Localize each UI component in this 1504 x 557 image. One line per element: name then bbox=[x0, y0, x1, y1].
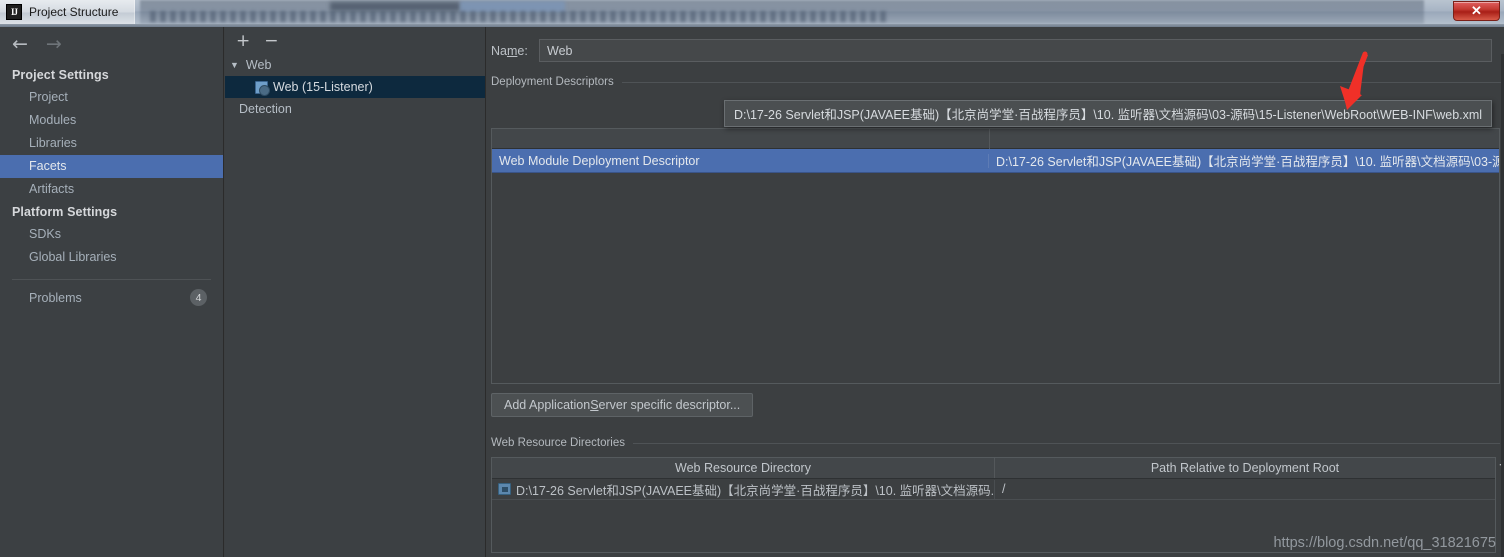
facets-tree-panel: + − ▼ Web Web (15-Listener) Detection bbox=[225, 27, 486, 557]
forward-arrow-icon[interactable]: → bbox=[46, 35, 62, 54]
add-application-server-descriptor-button[interactable]: Add Application Server specific descript… bbox=[491, 393, 754, 417]
intellij-logo-icon: IJ bbox=[6, 4, 22, 20]
project-structure-window: IJ Project Structure ✕ ← → Project Setti… bbox=[0, 0, 1504, 557]
table-row[interactable]: Web Module Deployment Descriptor D:\17-2… bbox=[492, 149, 1499, 173]
sidebar-group-project-settings: Project Settings bbox=[12, 68, 109, 82]
sidebar-item-sdks[interactable]: SDKs bbox=[0, 223, 223, 246]
facet-name-label: Name: bbox=[491, 43, 528, 58]
web-resource-directory-value: D:\17-26 Servlet和JSP(JAVAEE基础)【北京尚学堂·百战程… bbox=[516, 483, 995, 498]
deployment-descriptors-title: Deployment Descriptors bbox=[491, 76, 1504, 88]
table-row[interactable]: D:\17-26 Servlet和JSP(JAVAEE基础)【北京尚学堂·百战程… bbox=[492, 479, 1495, 500]
sidebar-item-libraries[interactable]: Libraries bbox=[0, 132, 223, 155]
remove-facet-icon[interactable]: − bbox=[264, 33, 278, 50]
window-title: Project Structure bbox=[29, 5, 119, 19]
tree-node-web-15-listener-label: Web (15-Listener) bbox=[273, 80, 373, 94]
folder-icon bbox=[498, 483, 511, 495]
tree-node-web-group-label: Web bbox=[245, 58, 272, 72]
tree-node-detection-label: Detection bbox=[239, 102, 292, 116]
web-resource-table-header: Web Resource Directory Path Relative to … bbox=[492, 458, 1495, 479]
window-title-group: IJ Project Structure bbox=[0, 0, 136, 24]
sidebar-navigation: ← → bbox=[0, 27, 223, 64]
deployment-descriptors-table[interactable]: Web Module Deployment Descriptor D:\17-2… bbox=[491, 128, 1500, 384]
deployment-descriptors-label: Deployment Descriptors bbox=[491, 76, 614, 88]
close-icon[interactable]: ✕ bbox=[1453, 1, 1500, 21]
web-resource-directories-label: Web Resource Directories bbox=[491, 437, 626, 449]
sidebar-item-project[interactable]: Project bbox=[0, 86, 223, 109]
settings-sidebar: ← → Project Settings Project Modules Lib… bbox=[0, 27, 224, 557]
group-rule bbox=[621, 81, 1504, 83]
back-arrow-icon[interactable]: ← bbox=[12, 35, 28, 54]
column-header-web-resource-directory[interactable]: Web Resource Directory bbox=[492, 458, 995, 478]
web-resource-directory-cell: D:\17-26 Servlet和JSP(JAVAEE基础)【北京尚学堂·百战程… bbox=[492, 479, 995, 499]
background-window-text-blur bbox=[150, 11, 890, 22]
problems-count-badge: 4 bbox=[190, 289, 207, 306]
facets-tree-toolbar: + − bbox=[225, 27, 485, 54]
group-rule-2 bbox=[633, 442, 1500, 444]
descriptor-type-cell: Web Module Deployment Descriptor bbox=[492, 153, 989, 168]
tree-node-detection[interactable]: Detection bbox=[225, 98, 485, 120]
web-facet-icon bbox=[255, 80, 270, 96]
path-tooltip: D:\17-26 Servlet和JSP(JAVAEE基础)【北京尚学堂·百战程… bbox=[724, 100, 1493, 127]
sidebar-group-platform-settings: Platform Settings bbox=[12, 205, 118, 219]
descriptor-path-cell: D:\17-26 Servlet和JSP(JAVAEE基础)【北京尚学堂·百战程… bbox=[996, 155, 1499, 169]
add-facet-icon[interactable]: + bbox=[236, 33, 250, 50]
web-resource-directories-title: Web Resource Directories bbox=[491, 437, 1500, 449]
column-header-path-relative[interactable]: Path Relative to Deployment Root bbox=[995, 458, 1495, 478]
sidebar-item-problems[interactable]: Problems 4 bbox=[0, 280, 223, 310]
facet-name-row: Name: Web bbox=[487, 27, 1504, 62]
facet-name-input[interactable]: Web bbox=[539, 39, 1492, 62]
sidebar-item-global-libraries[interactable]: Global Libraries bbox=[0, 246, 223, 269]
deployment-descriptors-table-header bbox=[492, 129, 1499, 149]
tree-node-web-group[interactable]: ▼ Web bbox=[225, 54, 485, 76]
path-relative-cell: / bbox=[1002, 482, 1006, 496]
window-titlebar: IJ Project Structure ✕ bbox=[0, 0, 1504, 24]
sidebar-item-modules[interactable]: Modules bbox=[0, 109, 223, 132]
background-window-blur-b bbox=[330, 2, 460, 11]
sidebar-item-problems-label: Problems bbox=[29, 290, 82, 305]
column-splitter[interactable] bbox=[989, 129, 990, 149]
tree-node-web-15-listener[interactable]: Web (15-Listener) bbox=[225, 76, 485, 98]
sidebar-item-facets[interactable]: Facets bbox=[0, 155, 223, 178]
sidebar-item-artifacts[interactable]: Artifacts bbox=[0, 178, 223, 201]
watermark-text: https://blog.csdn.net/qq_31821675 bbox=[1273, 535, 1496, 551]
chevron-down-icon: ▼ bbox=[230, 60, 239, 70]
